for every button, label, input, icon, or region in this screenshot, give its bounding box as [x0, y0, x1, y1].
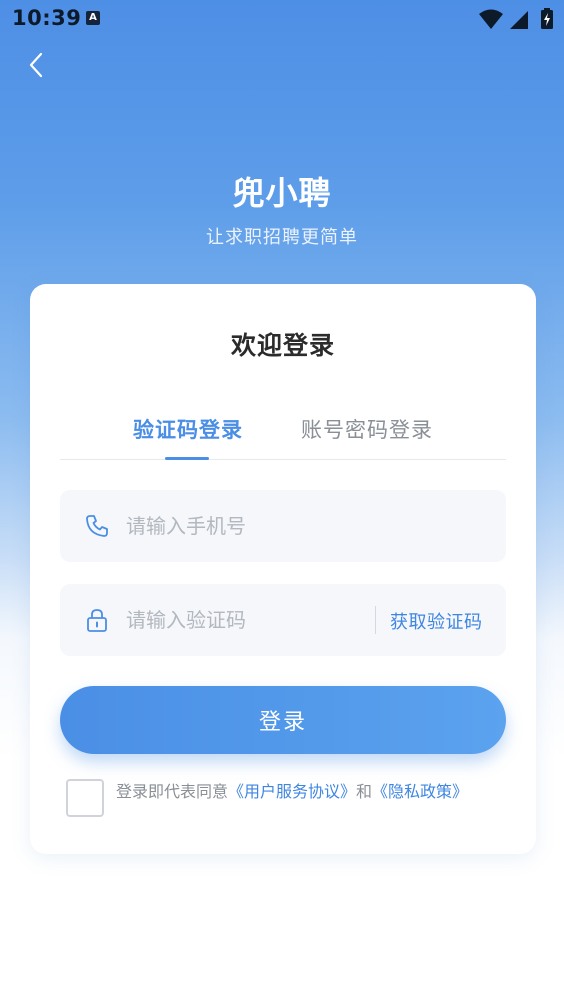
welcome-title: 欢迎登录	[230, 331, 335, 360]
app-title: 兜小聘	[232, 174, 332, 212]
lock-icon	[87, 609, 107, 632]
terms-link[interactable]: 《用户服务协议》	[228, 782, 356, 801]
login-button[interactable]: 登录	[60, 686, 506, 754]
signal-icon	[510, 11, 528, 29]
wifi-icon	[479, 9, 503, 29]
agreement-prefix: 登录即代表同意	[116, 782, 229, 801]
agreement-and: 和	[356, 782, 373, 801]
back-chevron-icon[interactable]	[22, 50, 52, 80]
app-slogan: 让求职招聘更简单	[206, 227, 358, 248]
tab-password-login[interactable]: 账号密码登录	[301, 414, 433, 444]
battery-icon	[541, 8, 553, 29]
field-divider	[375, 606, 376, 634]
get-code-button[interactable]: 获取验证码	[390, 608, 483, 634]
phone-field	[60, 490, 506, 562]
login-tabs: 验证码登录 账号密码登录	[60, 410, 506, 460]
status-time: 10:39	[12, 6, 82, 30]
active-tab-indicator	[165, 457, 209, 460]
privacy-link[interactable]: 《隐私政策》	[372, 782, 468, 801]
tab-sms-login[interactable]: 验证码登录	[133, 414, 243, 444]
notification-icon: A	[86, 11, 100, 25]
phone-icon	[86, 515, 108, 537]
code-field: 获取验证码	[60, 584, 506, 656]
login-card: 欢迎登录 验证码登录 账号密码登录 获取验证码 登录 登录即代表同意《用户服务协…	[30, 284, 536, 854]
status-bar: 10:39 A	[0, 0, 564, 38]
agreement-text: 登录即代表同意《用户服务协议》和《隐私政策》	[116, 778, 468, 802]
code-input[interactable]	[126, 584, 366, 656]
agreement-checkbox[interactable]	[66, 779, 104, 817]
phone-input[interactable]	[126, 490, 366, 562]
